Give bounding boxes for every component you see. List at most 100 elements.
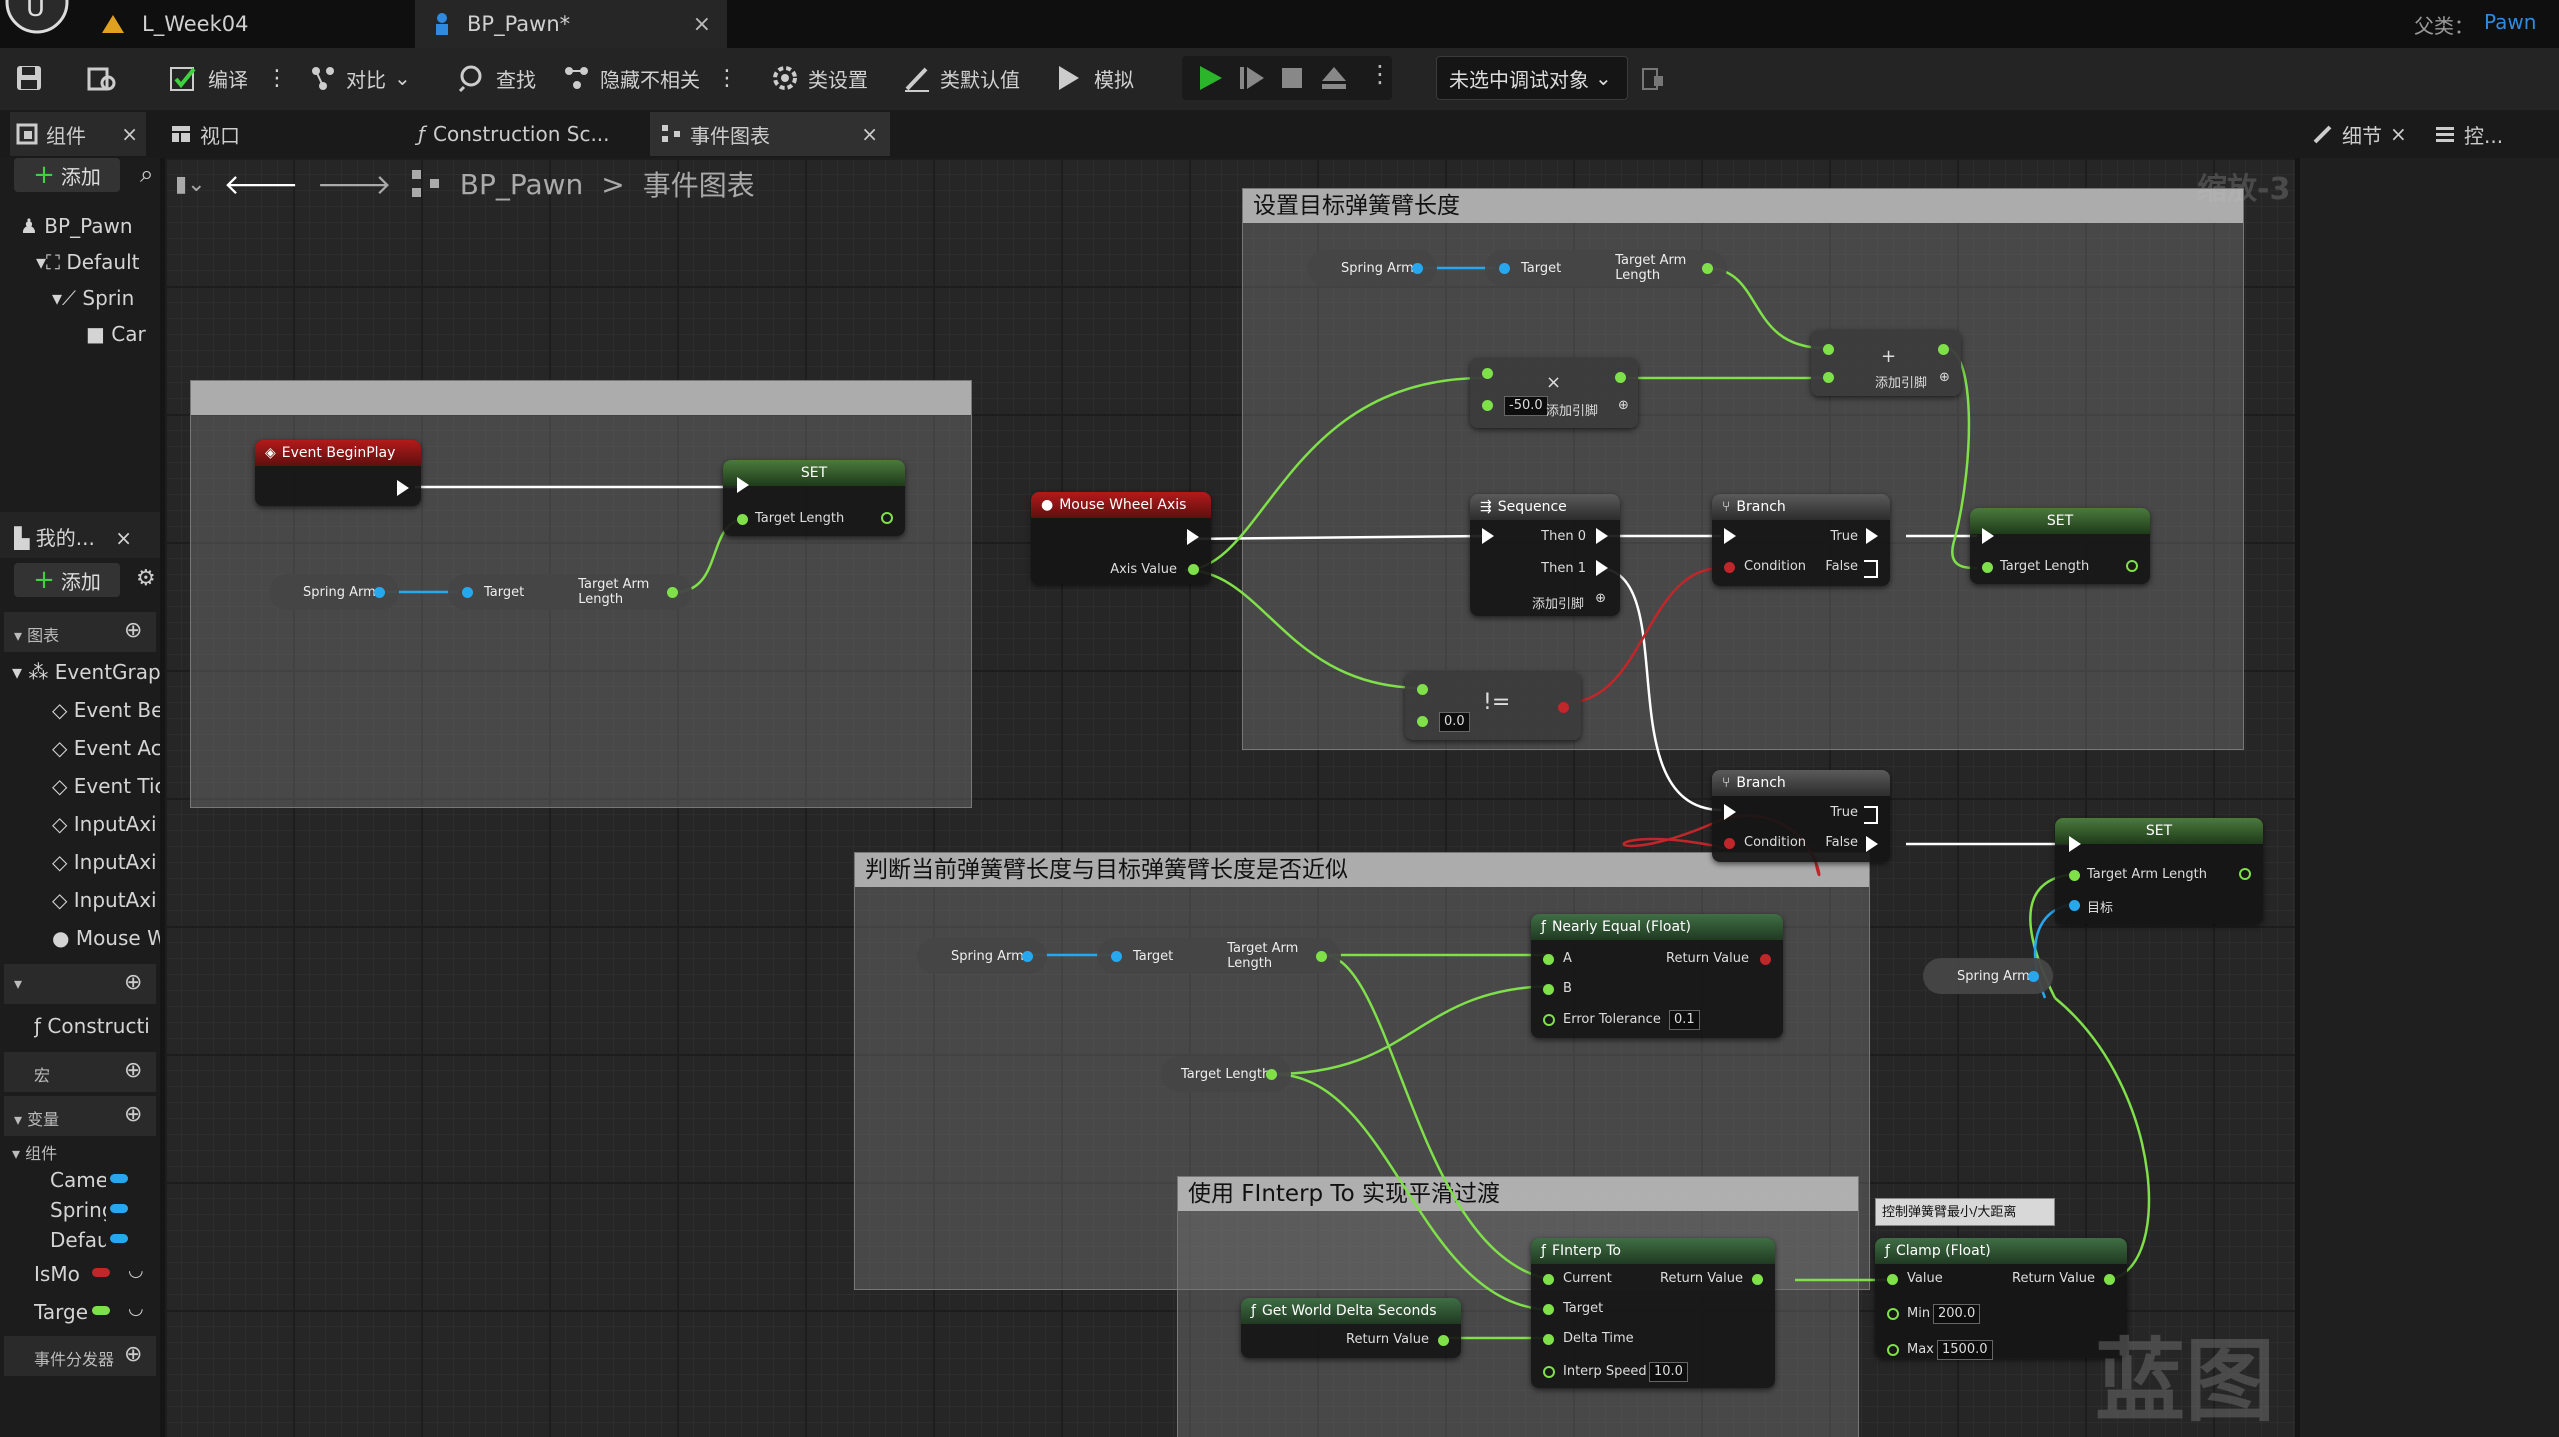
interp-speed-input[interactable]: 10.0 <box>1649 1362 1688 1382</box>
save-button[interactable] <box>14 58 44 98</box>
node-get-target-arm-length[interactable]: Target Target Arm Length <box>1485 250 1727 286</box>
node-get-spring-arm[interactable]: Spring Arm <box>1307 250 1437 286</box>
node-set-target-arm-length[interactable]: SET Target Arm Length 目标 <box>2055 818 2263 924</box>
node-branch[interactable]: ⑂ Branch True Condition False <box>1712 770 1890 862</box>
play-options-icon[interactable]: ⋮ <box>1368 60 1392 88</box>
variable-item[interactable]: IsMo <box>34 1262 90 1286</box>
node-sequence[interactable]: ⇶ Sequence Then 0 Then 1 添加引脚 ⊕ <box>1470 494 1620 616</box>
add-variable-icon[interactable]: ⊕ <box>124 1102 142 1127</box>
class-defaults-button[interactable]: 类默认值 <box>902 58 1020 98</box>
close-tab-icon[interactable]: × <box>121 122 138 146</box>
tab-viewport[interactable]: 视口 <box>170 112 240 156</box>
node-add[interactable]: + 添加引脚 ⊕ <box>1811 330 1961 396</box>
add-function-icon[interactable]: ⊕ <box>124 970 142 995</box>
exec-in-pin[interactable] <box>737 477 749 493</box>
add-pin-icon[interactable]: ⊕ <box>1939 370 1950 385</box>
exec-out-pin[interactable] <box>1596 528 1608 544</box>
class-settings-button[interactable]: 类设置 <box>770 58 868 98</box>
exec-out-pin[interactable] <box>2126 528 2138 544</box>
event-item[interactable]: ◇ InputAxi <box>52 812 160 836</box>
event-graph-canvas[interactable]: ▮⌄ 🡐 🡒 BP_Pawn > 事件图表 缩放-3 设置目标弹簧臂长度 判断当… <box>165 158 2295 1437</box>
float-pin[interactable] <box>1417 684 1428 695</box>
event-item[interactable]: ◇ Event Tic <box>52 774 160 798</box>
object-pin[interactable] <box>1111 951 1122 962</box>
exec-out-pin[interactable] <box>1596 560 1608 576</box>
event-item[interactable]: ◇ Event Ac <box>52 736 160 760</box>
exec-out-pin[interactable] <box>397 480 409 496</box>
tree-item-camera[interactable]: ■ Car <box>86 322 160 346</box>
tab-blueprint[interactable]: BP_Pawn* × <box>415 0 727 48</box>
tree-item-bp-pawn[interactable]: ♟ BP_Pawn <box>20 214 160 238</box>
node-nearly-equal-float[interactable]: ƒ Nearly Equal (Float) A Return Value B E… <box>1531 914 1783 1038</box>
add-pin-icon[interactable]: ⊕ <box>1595 591 1606 606</box>
float-pin[interactable] <box>1702 263 1713 274</box>
node-not-equal[interactable]: 0.0 != <box>1405 672 1581 740</box>
float-pin[interactable] <box>2069 870 2080 881</box>
add-dispatcher-icon[interactable]: ⊕ <box>124 1342 142 1367</box>
event-item[interactable]: ◇ InputAxi <box>52 850 160 874</box>
node-multiply[interactable]: -50.0 × 添加引脚 ⊕ <box>1470 358 1638 428</box>
tab-level[interactable]: L_Week04 <box>100 0 410 48</box>
float-pin[interactable] <box>881 512 893 524</box>
search-icon[interactable]: ⌕ <box>140 160 153 188</box>
bool-pin[interactable] <box>1724 838 1735 849</box>
simulate-button[interactable]: 模拟 <box>1054 58 1134 98</box>
exec-in-pin[interactable] <box>1982 528 1994 544</box>
float-pin[interactable] <box>667 587 678 598</box>
diff-button[interactable]: 对比 ⌄ <box>308 58 411 98</box>
add-pin-label[interactable]: 添加引脚 <box>1532 593 1584 612</box>
object-pin[interactable] <box>1499 263 1510 274</box>
node-branch[interactable]: ⑂ Branch True Condition False <box>1712 494 1890 586</box>
error-tolerance-input[interactable]: 0.1 <box>1669 1010 1700 1030</box>
variable-group-components[interactable]: ▾ 组件 <box>12 1140 57 1164</box>
eye-closed-icon[interactable]: ◡ <box>128 1298 144 1319</box>
node-set-target-length[interactable]: SET Target Length <box>723 460 905 536</box>
exec-in-pin[interactable] <box>2069 836 2081 852</box>
node-get-target-arm-length[interactable]: Target Target Arm Length <box>448 574 692 610</box>
node-get-spring-arm[interactable]: Spring Arm <box>1923 958 2053 994</box>
variable-item[interactable]: Camer <box>50 1168 106 1192</box>
float-pin[interactable] <box>1543 954 1554 965</box>
float-pin[interactable] <box>1982 562 1993 573</box>
float-pin[interactable] <box>1938 344 1949 355</box>
add-member-button[interactable]: + 添加 <box>14 563 120 597</box>
node-get-spring-arm[interactable]: Spring Arm <box>269 574 399 610</box>
event-item[interactable]: ● Mouse W <box>52 926 160 950</box>
compile-button[interactable]: 编译 ⋮ <box>168 58 288 98</box>
find-button[interactable]: 查找 <box>458 58 536 98</box>
exec-out-pin[interactable] <box>1187 529 1199 545</box>
bool-pin[interactable] <box>1558 702 1569 713</box>
bool-pin[interactable] <box>1760 954 1771 965</box>
browse-button[interactable] <box>86 58 118 98</box>
node-get-target-length[interactable]: Target Length <box>1161 1056 1291 1092</box>
clamp-max-input[interactable]: 1500.0 <box>1937 1340 1993 1360</box>
object-pin[interactable] <box>2069 900 2080 911</box>
variable-item[interactable]: Targe <box>34 1300 90 1324</box>
float-pin[interactable] <box>1316 951 1327 962</box>
float-pin[interactable] <box>1417 716 1428 727</box>
eject-button[interactable] <box>1320 64 1348 96</box>
node-clamp-float[interactable]: ƒ Clamp (Float) Value Return Value Min 20… <box>1875 1238 2127 1360</box>
close-tab-icon[interactable]: × <box>2390 122 2407 146</box>
eye-closed-icon[interactable]: ◡ <box>128 1260 144 1281</box>
float-pin[interactable] <box>2239 868 2251 880</box>
float-pin[interactable] <box>1823 344 1834 355</box>
event-item[interactable]: ◇ Event Be <box>52 698 160 722</box>
exec-in-pin[interactable] <box>1724 528 1736 544</box>
variable-item[interactable]: Defau <box>50 1228 106 1252</box>
float-pin[interactable] <box>1543 1274 1554 1285</box>
node-comment-bubble[interactable]: 控制弹簧臂最小/大距离 <box>1875 1198 2055 1226</box>
gear-icon[interactable]: ⚙ <box>136 566 156 591</box>
event-item[interactable]: ◇ InputAxi <box>52 888 160 912</box>
float-pin[interactable] <box>1543 1014 1555 1026</box>
object-pin[interactable] <box>1022 951 1033 962</box>
object-pin[interactable] <box>374 587 385 598</box>
float-pin[interactable] <box>1543 984 1554 995</box>
graph-item-event-graph[interactable]: ▾ ⁂ EventGrap <box>12 660 160 684</box>
debug-object-button[interactable] <box>1640 66 1666 96</box>
variable-item[interactable]: Spring <box>50 1198 106 1222</box>
play-button[interactable] <box>1196 64 1224 96</box>
tab-controls[interactable]: 控... <box>2434 112 2503 156</box>
parent-class-link[interactable]: Pawn <box>2484 10 2536 34</box>
tree-item-default[interactable]: ▾⛶ Default <box>36 250 160 274</box>
